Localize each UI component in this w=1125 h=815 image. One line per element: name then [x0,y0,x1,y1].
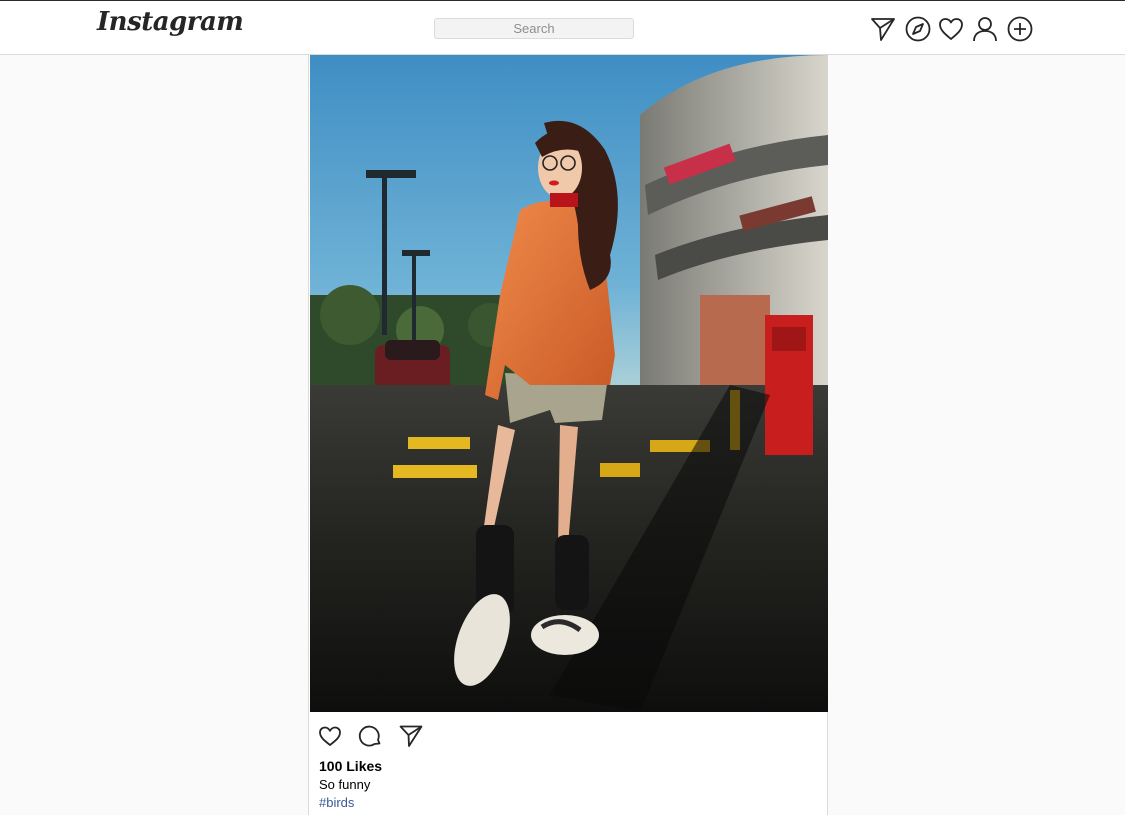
comment-icon[interactable] [357,723,383,749]
instagram-logo[interactable]: Instagram [97,7,244,37]
post-caption: So funny [319,777,371,792]
likes-count: 100 Likes [319,758,383,774]
explore-icon[interactable] [904,15,932,43]
top-navigation-bar: Instagram [0,0,1125,55]
post-photo[interactable] [310,55,828,712]
add-icon[interactable] [1006,15,1034,43]
search-input[interactable] [434,18,634,39]
send-icon[interactable] [869,15,897,43]
share-icon[interactable] [398,723,424,749]
hashtag-link[interactable]: #birds [319,795,354,810]
heart-icon[interactable] [937,15,965,43]
profile-icon[interactable] [971,15,999,43]
like-icon[interactable] [317,723,343,749]
post-card: 100 Likes So funny #birds [308,55,828,815]
